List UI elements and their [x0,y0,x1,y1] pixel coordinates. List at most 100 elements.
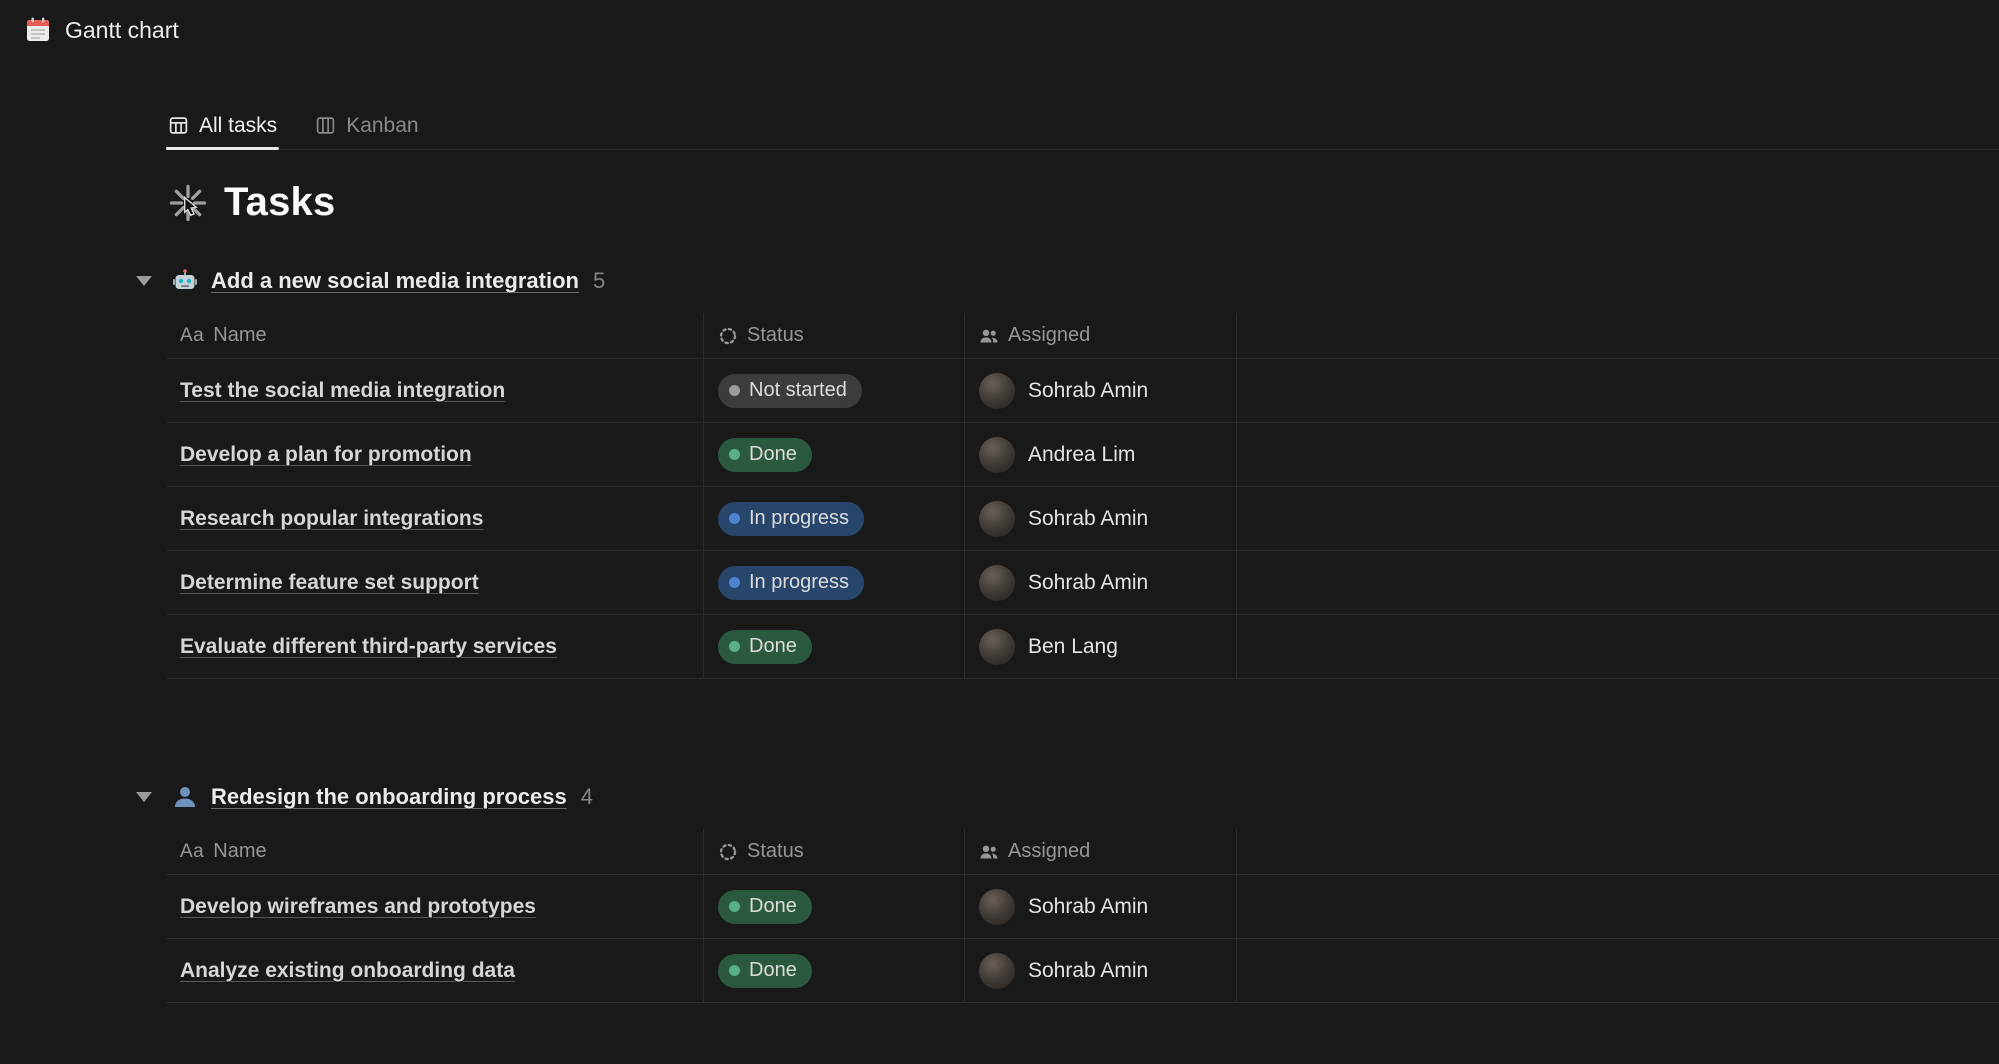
status-label: Done [749,443,797,466]
task-link[interactable]: Analyze existing onboarding data [180,959,515,983]
task-group: Redesign the onboarding process 4 Aa Nam… [166,779,1999,1003]
cell-name[interactable]: Research popular integrations [166,487,704,550]
main-content: All tasks Kanban [0,102,1999,1003]
cell-filler [1237,359,1999,422]
toggle-icon[interactable] [132,792,156,802]
status-badge[interactable]: Done [718,890,812,924]
cell-status[interactable]: Done [704,939,965,1002]
status-badge[interactable]: In progress [718,566,864,600]
group-count: 4 [581,784,593,810]
group-title[interactable]: Add a new social media integration [211,268,579,294]
column-header-name[interactable]: Aa Name [166,313,704,358]
cell-status[interactable]: Not started [704,359,965,422]
cell-assigned[interactable]: Andrea Lim [965,423,1237,486]
view-tabs: All tasks Kanban [166,102,1999,150]
page-breadcrumb-title[interactable]: Gantt chart [65,17,179,44]
status-label: Done [749,959,797,982]
person-icon [172,784,198,810]
group-title[interactable]: Redesign the onboarding process [211,784,567,810]
table-row: Develop a plan for promotion Done Andrea… [166,423,1999,487]
cell-filler [1237,939,1999,1002]
cell-name[interactable]: Develop a plan for promotion [166,423,704,486]
table-row: Analyze existing onboarding data Done So… [166,939,1999,1003]
status-badge[interactable]: Done [718,630,812,664]
avatar [979,565,1015,601]
task-link[interactable]: Evaluate different third-party services [180,635,557,659]
status-dot-icon [729,901,740,912]
board-icon [315,115,336,136]
column-header-status[interactable]: Status [704,829,965,874]
column-header-name[interactable]: Aa Name [166,829,704,874]
group-count: 5 [593,268,605,294]
task-link[interactable]: Test the social media integration [180,379,505,403]
column-header-assigned[interactable]: Assigned [965,313,1237,358]
avatar [979,953,1015,989]
status-dot-icon [729,577,740,588]
task-link[interactable]: Research popular integrations [180,507,483,531]
column-label: Assigned [1008,324,1090,347]
app-header: Gantt chart [0,0,1999,60]
table-row: Research popular integrations In progres… [166,487,1999,551]
table-row: Determine feature set support In progres… [166,551,1999,615]
status-property-icon [718,326,738,346]
burst-cursor-icon [166,181,210,225]
status-label: In progress [749,507,849,530]
task-link[interactable]: Determine feature set support [180,571,479,595]
column-label: Name [213,840,266,863]
status-badge[interactable]: In progress [718,502,864,536]
status-dot-icon [729,641,740,652]
cell-status[interactable]: Done [704,875,965,938]
page-title-row: Tasks [166,180,1999,225]
column-label: Status [747,840,804,863]
tasks-table: Aa Name Status [166,313,1999,679]
avatar [979,501,1015,537]
toggle-icon[interactable] [132,276,156,286]
status-badge[interactable]: Not started [718,374,862,408]
status-label: Not started [749,379,847,402]
tab-kanban[interactable]: Kanban [313,102,420,149]
column-label: Status [747,324,804,347]
tasks-table: Aa Name Status [166,829,1999,1003]
cell-filler [1237,615,1999,678]
group-header: Add a new social media integration 5 [132,263,1999,299]
status-dot-icon [729,385,740,396]
status-badge[interactable]: Done [718,438,812,472]
table-body: Develop wireframes and prototypes Done S… [166,875,1999,1003]
cell-status[interactable]: In progress [704,551,965,614]
cell-assigned[interactable]: Sohrab Amin [965,939,1237,1002]
column-header-assigned[interactable]: Assigned [965,829,1237,874]
table-icon [168,115,189,136]
avatar [979,629,1015,665]
cell-name[interactable]: Analyze existing onboarding data [166,939,704,1002]
table-row: Develop wireframes and prototypes Done S… [166,875,1999,939]
cell-name[interactable]: Develop wireframes and prototypes [166,875,704,938]
task-group: Add a new social media integration 5 Aa … [166,263,1999,679]
table-header-row: Aa Name Status [166,829,1999,875]
task-groups: Add a new social media integration 5 Aa … [166,263,1999,1003]
column-label: Name [213,324,266,347]
cell-status[interactable]: Done [704,423,965,486]
avatar [979,373,1015,409]
cell-assigned[interactable]: Sohrab Amin [965,359,1237,422]
cell-assigned[interactable]: Sohrab Amin [965,487,1237,550]
task-link[interactable]: Develop a plan for promotion [180,443,472,467]
cell-name[interactable]: Evaluate different third-party services [166,615,704,678]
tab-all-tasks[interactable]: All tasks [166,102,279,149]
cell-assigned[interactable]: Ben Lang [965,615,1237,678]
avatar [979,437,1015,473]
status-label: Done [749,895,797,918]
cell-name[interactable]: Test the social media integration [166,359,704,422]
status-badge[interactable]: Done [718,954,812,988]
status-label: In progress [749,571,849,594]
task-link[interactable]: Develop wireframes and prototypes [180,895,536,919]
cell-assigned[interactable]: Sohrab Amin [965,551,1237,614]
table-row: Test the social media integration Not st… [166,359,1999,423]
cell-name[interactable]: Determine feature set support [166,551,704,614]
group-header: Redesign the onboarding process 4 [132,779,1999,815]
column-header-status[interactable]: Status [704,313,965,358]
cell-status[interactable]: Done [704,615,965,678]
cell-status[interactable]: In progress [704,487,965,550]
cell-filler [1237,875,1999,938]
cell-assigned[interactable]: Sohrab Amin [965,875,1237,938]
table-body: Test the social media integration Not st… [166,359,1999,679]
